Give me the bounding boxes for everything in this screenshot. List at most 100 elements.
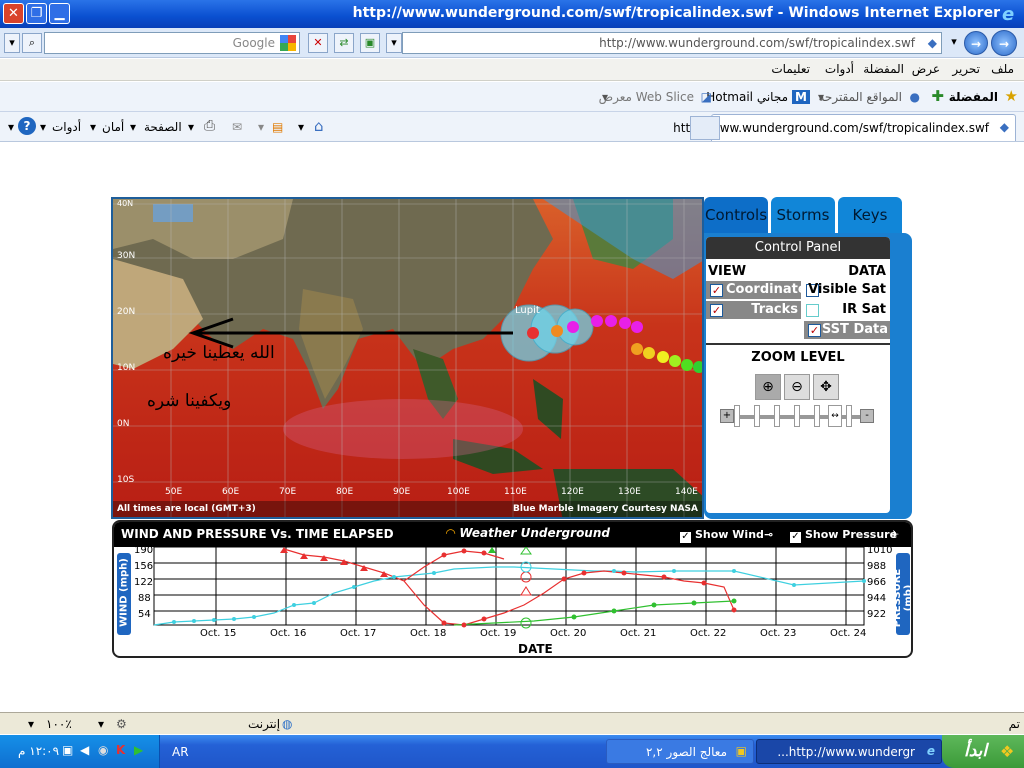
- taskbar-ie[interactable]: ...http://www.wundergr e: [756, 739, 942, 764]
- show-wind-checkbox[interactable]: ✓: [680, 532, 691, 543]
- zoom-step[interactable]: [846, 405, 852, 427]
- recent-pages-dropdown[interactable]: ▾: [946, 33, 962, 53]
- menu-tools[interactable]: أدوات: [825, 62, 854, 76]
- network-icon[interactable]: ▣: [62, 743, 73, 757]
- visible-sat-label[interactable]: Visible Sat: [808, 282, 886, 297]
- zoom-step[interactable]: [774, 405, 780, 427]
- tray-app-icon[interactable]: ◉: [98, 743, 108, 757]
- ir-sat-label[interactable]: IR Sat: [842, 302, 886, 317]
- add-favorite-icon[interactable]: ✚: [931, 87, 944, 105]
- tracks-checkbox[interactable]: ✓: [710, 304, 723, 317]
- taskbar: ابدأ ❖ ...http://www.wundergr e معالج ال…: [0, 735, 1024, 768]
- lat-label-10s: 10S: [117, 475, 135, 485]
- chevron-icon[interactable]: ▾: [8, 120, 14, 134]
- sst-data-label[interactable]: SST Data: [822, 322, 888, 337]
- fav-hotmail[interactable]: Hotmail مجاني: [706, 90, 788, 104]
- zoom-step[interactable]: [794, 405, 800, 427]
- tropical-map[interactable]: Lupit الله يعطينا خيره ويكفينا شره 40N 3…: [111, 197, 704, 519]
- security-zone[interactable]: إنترنت: [248, 717, 280, 731]
- safety-menu[interactable]: أمان: [102, 120, 124, 134]
- minimize-window-button[interactable]: ▁: [49, 3, 70, 24]
- zoom-level[interactable]: ١٠٠٪: [46, 717, 72, 731]
- feeds-icon[interactable]: ▤: [272, 120, 283, 134]
- coordinates-checkbox[interactable]: ✓: [710, 284, 723, 297]
- zoom-dropdown-icon[interactable]: ▾: [28, 717, 34, 731]
- menu-help[interactable]: تعليمات: [771, 62, 810, 76]
- tab-storms[interactable]: Storms: [771, 197, 835, 233]
- compatibility-view-icon[interactable]: ▣: [360, 33, 380, 53]
- tab-controls[interactable]: Controls: [704, 197, 768, 233]
- forward-icon[interactable]: →: [964, 31, 988, 55]
- pressure-legend-icon: ✈: [890, 528, 900, 541]
- favorites-star-icon[interactable]: ★: [1005, 87, 1018, 105]
- taskbar-ie-label: ...http://www.wundergr: [777, 745, 915, 759]
- zoom-slider-max[interactable]: -: [860, 409, 874, 423]
- show-pressure-checkbox[interactable]: ✓: [790, 532, 801, 543]
- tracks-label[interactable]: Tracks: [751, 302, 798, 317]
- restore-window-button[interactable]: ❐: [26, 3, 47, 24]
- zoom-out-icon[interactable]: ⊖: [784, 374, 810, 400]
- menu-edit[interactable]: تحرير: [952, 62, 980, 76]
- fav-suggested-sites[interactable]: المواقع المقترحة: [819, 90, 903, 104]
- safety-dropdown-icon[interactable]: ▾: [130, 120, 136, 134]
- antivirus-icon[interactable]: K: [116, 743, 125, 757]
- protected-mode-icon[interactable]: ⚙: [116, 717, 127, 731]
- media-player-icon[interactable]: ▶: [134, 743, 143, 757]
- fav-web-slice[interactable]: معرض Web Slice: [599, 90, 694, 104]
- sst-data-checkbox[interactable]: ✓: [808, 324, 821, 337]
- web-slice-dropdown-icon[interactable]: ▾: [602, 90, 608, 104]
- url-history-dropdown[interactable]: ▾: [386, 33, 402, 53]
- feeds-dropdown-icon[interactable]: ▾: [258, 120, 264, 134]
- mail-icon[interactable]: ✉: [232, 120, 242, 134]
- address-input[interactable]: http://www.wunderground.com/swf/tropical…: [402, 32, 942, 54]
- menu-view[interactable]: عرض: [912, 62, 940, 76]
- browser-tab[interactable]: http://www.wunderground.com/swf/tropical…: [673, 114, 1016, 141]
- x-axis-label: DATE: [518, 642, 553, 656]
- pan-icon[interactable]: ✥: [813, 374, 839, 400]
- home-dropdown-icon[interactable]: ▾: [298, 120, 304, 134]
- tools-dropdown-icon[interactable]: ▾: [90, 120, 96, 134]
- show-wind-toggle[interactable]: ✓ Show Wind: [680, 528, 764, 543]
- wind-legend-icon: ⊸: [764, 528, 774, 541]
- close-window-button[interactable]: ✕: [3, 3, 24, 24]
- lat-label-10n: 10N: [117, 363, 136, 373]
- menu-file[interactable]: ملف: [991, 62, 1014, 76]
- zoom-in-icon[interactable]: ⊕: [755, 374, 781, 400]
- zoom-step[interactable]: [814, 405, 820, 427]
- zoom-step[interactable]: [734, 405, 740, 427]
- ir-sat-checkbox[interactable]: [806, 304, 819, 317]
- ie-task-icon: e: [926, 744, 935, 758]
- refresh-icon[interactable]: ⇄: [334, 33, 354, 53]
- search-icon[interactable]: ⌕: [22, 33, 42, 53]
- home-icon[interactable]: ⌂: [314, 117, 324, 135]
- tab-keys[interactable]: Keys: [838, 197, 902, 233]
- volume-icon[interactable]: ◀: [80, 743, 89, 757]
- language-indicator[interactable]: AR: [172, 745, 189, 759]
- help-dropdown-icon[interactable]: ▾: [40, 120, 46, 134]
- wind-tick: 54: [138, 609, 151, 620]
- caspian-sea: [153, 204, 193, 222]
- protected-mode-dropdown-icon[interactable]: ▾: [98, 717, 104, 731]
- page-dropdown-icon[interactable]: ▾: [188, 120, 194, 134]
- help-icon[interactable]: ?: [18, 117, 36, 135]
- stop-icon[interactable]: ✕: [308, 33, 328, 53]
- zoom-slider-thumb[interactable]: ↔: [828, 405, 842, 427]
- fav-dropdown-icon[interactable]: ▾: [818, 90, 824, 104]
- zoom-step[interactable]: [754, 405, 760, 427]
- search-options-dropdown[interactable]: ▾: [4, 33, 20, 53]
- address-toolbar: ▾ ⌕ Google ✕ ⇄ ▣ ▾ http://www.wundergrou…: [0, 28, 1024, 58]
- print-icon[interactable]: ⎙: [204, 118, 215, 134]
- tools-menu[interactable]: أدوات: [52, 120, 81, 134]
- show-pressure-toggle[interactable]: ✓ Show Pressure: [790, 528, 897, 543]
- back-icon[interactable]: →: [991, 30, 1017, 56]
- start-button[interactable]: ابدأ ❖: [942, 735, 1024, 768]
- new-tab-button[interactable]: [690, 116, 720, 140]
- page-menu[interactable]: الصفحة: [144, 120, 182, 134]
- date-tick: Oct. 18: [410, 628, 447, 639]
- favorites-label[interactable]: المفضلة: [949, 90, 998, 104]
- taskbar-image-editor[interactable]: معالج الصور ٢,٢ ▣: [606, 739, 754, 764]
- coordinates-label[interactable]: Coordinates: [726, 282, 814, 297]
- menu-favorites[interactable]: المفضلة: [863, 62, 904, 76]
- search-input[interactable]: Google: [44, 32, 300, 54]
- zoom-slider-min[interactable]: +: [720, 409, 734, 423]
